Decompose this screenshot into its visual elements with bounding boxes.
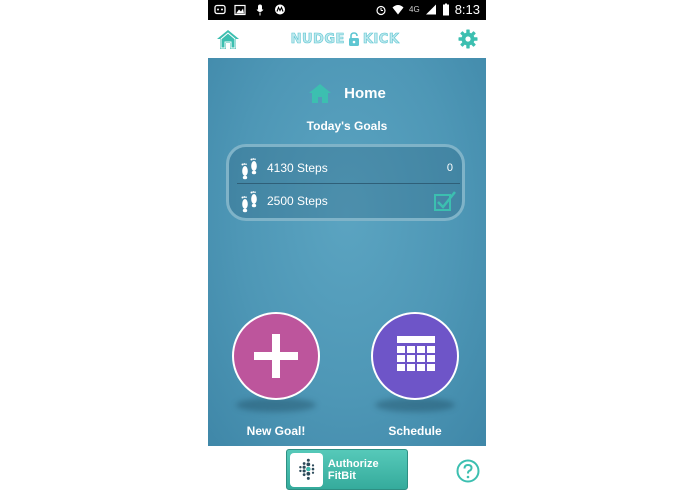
divider xyxy=(237,183,460,184)
goal-label: 4130 Steps xyxy=(267,161,328,175)
home-icon[interactable] xyxy=(216,28,240,50)
fitbit-logo xyxy=(290,452,323,487)
image-icon xyxy=(234,4,246,16)
home-icon xyxy=(309,84,332,103)
motorola-icon xyxy=(275,4,285,15)
microphone-icon xyxy=(256,4,264,16)
goal-label: 2500 Steps xyxy=(267,194,328,208)
calendar-icon xyxy=(397,336,435,371)
signal-icon xyxy=(425,4,436,15)
page-title: Home xyxy=(344,84,386,102)
phone-screen: 4G 8:13 NUDGE KICK Home Today's Goals 41… xyxy=(208,0,486,494)
schedule-button[interactable] xyxy=(371,312,459,400)
authorize-fitbit-label: Authorize FitBit xyxy=(327,457,379,482)
system-icons: 4G 8:13 xyxy=(375,2,480,17)
app-bar: NUDGE KICK xyxy=(208,20,486,58)
status-bar: 4G 8:13 xyxy=(208,0,486,20)
page-header: Home xyxy=(208,80,486,106)
goal-item[interactable]: 2500 Steps xyxy=(239,187,459,215)
gear-icon[interactable] xyxy=(458,29,478,49)
footprints-icon xyxy=(241,191,257,213)
help-icon[interactable] xyxy=(456,459,480,483)
lock-icon xyxy=(348,32,359,46)
authorize-fitbit-button[interactable]: Authorize FitBit xyxy=(286,449,408,490)
notification-icons xyxy=(214,3,286,16)
main-content: Home Today's Goals 4130 Steps 0 2500 Ste… xyxy=(208,58,486,446)
logo-text-kick: KICK xyxy=(362,31,400,47)
new-goal-button[interactable] xyxy=(232,312,320,400)
footer: Authorize FitBit xyxy=(208,446,486,494)
goals-heading: Today's Goals xyxy=(306,119,388,133)
goals-list: 4130 Steps 0 2500 Steps xyxy=(226,144,465,221)
app-logo: NUDGE KICK xyxy=(290,30,400,48)
goal-progress-value: 0 xyxy=(446,162,453,174)
new-goal-label: New Goal! xyxy=(246,424,306,438)
network-type: 4G xyxy=(409,5,420,14)
goal-item[interactable]: 4130 Steps 0 xyxy=(239,154,459,182)
footprints-icon xyxy=(241,158,257,180)
plus-icon xyxy=(254,334,298,378)
checkbox-checked-icon[interactable] xyxy=(433,189,457,213)
battery-icon xyxy=(442,3,449,16)
wifi-icon xyxy=(392,5,404,15)
clock: 8:13 xyxy=(454,2,480,17)
alarm-icon xyxy=(376,5,386,16)
mail-icon xyxy=(214,4,226,15)
logo-text-nudge: NUDGE xyxy=(290,31,345,47)
schedule-label: Schedule xyxy=(388,424,442,438)
fitbit-icon xyxy=(299,458,315,480)
